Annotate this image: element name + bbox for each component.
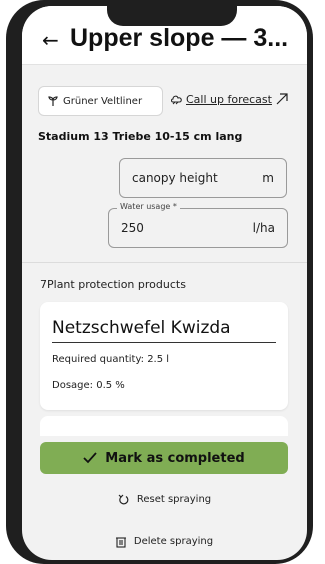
mark-completed-label: Mark as completed	[105, 450, 245, 466]
weather-icon	[170, 94, 183, 105]
back-arrow-icon[interactable]: ←	[42, 28, 59, 52]
growth-stage: Stadium 13 Triebe 10-15 cm lang	[38, 130, 243, 143]
reset-spraying-label: Reset spraying	[136, 494, 212, 505]
page-title: Upper slope — 3...	[70, 24, 289, 52]
grape-leaf-icon	[47, 95, 59, 107]
section-divider	[22, 262, 307, 263]
canopy-height-field[interactable]: canopy height m	[119, 158, 287, 198]
variety-chip[interactable]: Grüner Veltliner	[38, 86, 163, 116]
product-name: Netzschwefel Kwizda	[52, 318, 231, 338]
product-name-underline	[52, 342, 276, 343]
trash-icon	[115, 536, 126, 548]
forecast-link[interactable]: Call up forecast	[170, 92, 289, 106]
app-screen: ← Upper slope — 3... Grüner Veltliner Ca…	[22, 6, 307, 560]
reset-spraying-button[interactable]: Reset spraying	[22, 494, 307, 505]
reset-icon	[118, 494, 129, 505]
delete-spraying-label: Delete spraying	[133, 536, 214, 547]
water-usage-field[interactable]: Water usage * 250 l/ha	[108, 202, 288, 248]
water-usage-legend: Water usage *	[117, 202, 180, 211]
canopy-height-unit: m	[262, 171, 274, 185]
product-dosage: Dosage: 0.5 %	[52, 380, 125, 391]
mark-completed-button[interactable]: Mark as completed	[40, 442, 288, 474]
canopy-height-value: canopy height	[132, 171, 218, 185]
variety-label: Grüner Veltliner	[63, 95, 143, 107]
product-card-partial[interactable]	[40, 416, 288, 436]
checkmark-icon	[83, 452, 97, 464]
forecast-label: Call up forecast	[186, 92, 272, 106]
water-usage-unit: l/ha	[252, 221, 275, 235]
phone-notch	[107, 6, 237, 26]
arrow-up-right-icon	[275, 92, 289, 106]
product-card[interactable]: Netzschwefel Kwizda Required quantity: 2…	[40, 302, 288, 410]
phone-frame: ← Upper slope — 3... Grüner Veltliner Ca…	[6, 0, 313, 564]
water-usage-value: 250	[121, 221, 144, 235]
plant-protection-heading: 7Plant protection products	[40, 278, 186, 291]
delete-spraying-button[interactable]: Delete spraying	[22, 536, 307, 548]
product-quantity: Required quantity: 2.5 l	[52, 354, 170, 365]
